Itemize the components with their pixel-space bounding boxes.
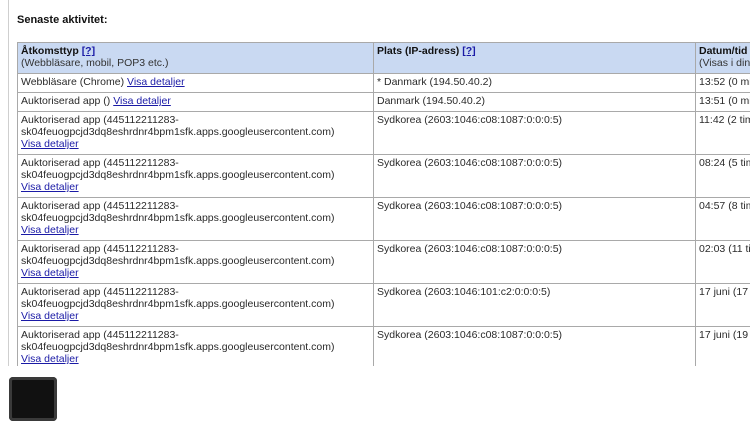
access-type-text: Webbläsare (Chrome) [21, 76, 125, 88]
access-type-text: Auktoriserad app (445112211283- [21, 243, 179, 255]
datetime-cell: 13:52 (0 mi [695, 73, 750, 93]
header-datetime-sub: (Visas i din [699, 57, 750, 69]
datetime-cell: 04:57 (8 tim [695, 197, 750, 241]
access-type-cell: Auktoriserad app (445112211283- sk04feuog… [17, 240, 374, 284]
location-cell: Sydkorea (2603:1046:101:c2:0:0:0:5) [373, 283, 696, 327]
access-type-cell: Auktoriserad app (445112211283- sk04feuog… [17, 326, 374, 366]
access-type-cell: Auktoriserad app (445112211283- sk04feuog… [17, 111, 374, 155]
location-cell: Danmark (194.50.40.2) [373, 92, 696, 112]
header-datetime: Datum/tid (Visas i din [695, 42, 750, 74]
view-details-link[interactable]: Visa detaljer [127, 76, 185, 88]
datetime-cell: 17 juni (19 [695, 326, 750, 366]
table-row: Auktoriserad app () Visa detaljer Danmark… [17, 92, 750, 112]
access-type-cell: Auktoriserad app () Visa detaljer [17, 92, 374, 112]
view-details-link[interactable]: Visa detaljer [21, 267, 79, 279]
access-type-text: Auktoriserad app (445112211283- [21, 329, 179, 341]
stop-key-icon [9, 377, 57, 421]
table-header-row: Åtkomsttyp [?] (Webbläsare, mobil, POP3 … [17, 42, 750, 74]
location-cell: Sydkorea (2603:1046:c08:1087:0:0:0:5) [373, 240, 696, 284]
access-type-text: Auktoriserad app (445112211283- [21, 200, 179, 212]
access-type-app-id: sk04feuogpcjd3dq8eshrdnr4bpm1sfk.apps.go… [21, 341, 335, 353]
access-type-text: Auktoriserad app (445112211283- [21, 157, 179, 169]
table-row: Auktoriserad app (445112211283- sk04feuog… [17, 111, 750, 155]
table-row: Auktoriserad app (445112211283- sk04feuog… [17, 326, 750, 366]
header-location-label: Plats (IP-adress) [377, 45, 460, 57]
table-row: Auktoriserad app (445112211283- sk04feuog… [17, 197, 750, 241]
section-title: Senaste aktivitet: [17, 14, 108, 26]
access-type-cell: Auktoriserad app (445112211283- sk04feuog… [17, 283, 374, 327]
location-cell: Sydkorea (2603:1046:c08:1087:0:0:0:5) [373, 197, 696, 241]
activity-panel: Senaste aktivitet: Åtkomsttyp [?] (Webbl… [8, 0, 750, 366]
table-row: Webbläsare (Chrome) Visa detaljer * Danma… [17, 73, 750, 93]
location-cell: Sydkorea (2603:1046:c08:1087:0:0:0:5) [373, 154, 696, 198]
header-access-type-sub: (Webbläsare, mobil, POP3 etc.) [21, 57, 169, 69]
access-type-app-id: sk04feuogpcjd3dq8eshrdnr4bpm1sfk.apps.go… [21, 255, 335, 267]
activity-table: Åtkomsttyp [?] (Webbläsare, mobil, POP3 … [17, 42, 750, 366]
datetime-cell: 17 juni (17 [695, 283, 750, 327]
location-help-link[interactable]: [?] [462, 45, 475, 57]
header-access-type-label: Åtkomsttyp [21, 45, 79, 57]
header-access-type: Åtkomsttyp [?] (Webbläsare, mobil, POP3 … [17, 42, 374, 74]
view-details-link[interactable]: Visa detaljer [21, 138, 79, 150]
view-details-link[interactable]: Visa detaljer [21, 310, 79, 322]
access-type-text: Auktoriserad app () [21, 95, 111, 107]
access-type-cell: Auktoriserad app (445112211283- sk04feuog… [17, 154, 374, 198]
location-cell: * Danmark (194.50.40.2) [373, 73, 696, 93]
datetime-cell: 02:03 (11 ti [695, 240, 750, 284]
datetime-cell: 11:42 (2 tim [695, 111, 750, 155]
header-location: Plats (IP-adress) [?] [373, 42, 696, 74]
access-type-app-id: sk04feuogpcjd3dq8eshrdnr4bpm1sfk.apps.go… [21, 298, 335, 310]
access-type-text: Auktoriserad app (445112211283- [21, 114, 179, 126]
table-row: Auktoriserad app (445112211283- sk04feuog… [17, 240, 750, 284]
access-type-cell: Webbläsare (Chrome) Visa detaljer [17, 73, 374, 93]
table-row: Auktoriserad app (445112211283- sk04feuog… [17, 283, 750, 327]
bottom-area [0, 366, 750, 421]
datetime-cell: 08:24 (5 tim [695, 154, 750, 198]
location-cell: Sydkorea (2603:1046:c08:1087:0:0:0:5) [373, 326, 696, 366]
location-cell: Sydkorea (2603:1046:c08:1087:0:0:0:5) [373, 111, 696, 155]
view-details-link[interactable]: Visa detaljer [113, 95, 171, 107]
access-type-help-link[interactable]: [?] [82, 45, 95, 57]
view-details-link[interactable]: Visa detaljer [21, 224, 79, 236]
access-type-app-id: sk04feuogpcjd3dq8eshrdnr4bpm1sfk.apps.go… [21, 212, 335, 224]
access-type-cell: Auktoriserad app (445112211283- sk04feuog… [17, 197, 374, 241]
access-type-app-id: sk04feuogpcjd3dq8eshrdnr4bpm1sfk.apps.go… [21, 126, 335, 138]
view-details-link[interactable]: Visa detaljer [21, 181, 79, 193]
datetime-cell: 13:51 (0 mi [695, 92, 750, 112]
access-type-app-id: sk04feuogpcjd3dq8eshrdnr4bpm1sfk.apps.go… [21, 169, 335, 181]
view-details-link[interactable]: Visa detaljer [21, 353, 79, 365]
table-row: Auktoriserad app (445112211283- sk04feuog… [17, 154, 750, 198]
access-type-text: Auktoriserad app (445112211283- [21, 286, 179, 298]
header-datetime-label: Datum/tid [699, 45, 748, 57]
